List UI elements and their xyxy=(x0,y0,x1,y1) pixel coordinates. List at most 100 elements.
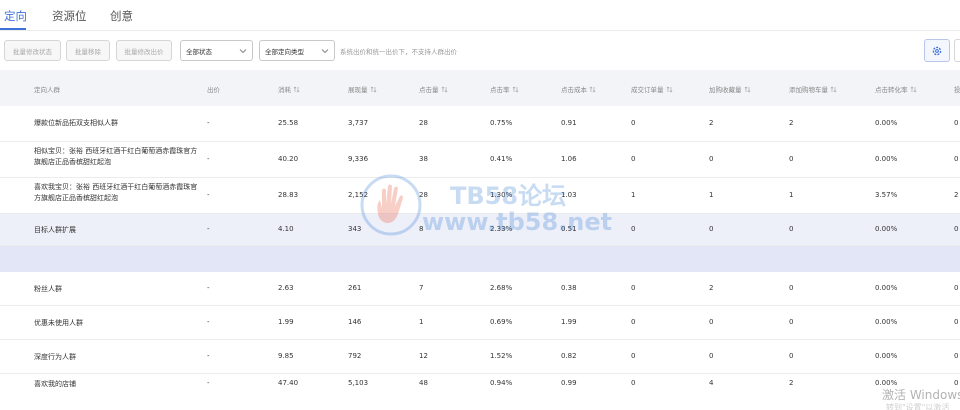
cell-orders: 0 xyxy=(631,284,636,292)
cell-cost: 40.20 xyxy=(278,155,299,163)
col-header-ctr[interactable]: 点击率 xyxy=(490,84,519,94)
cell-cvr: 3.57% xyxy=(875,191,898,199)
sort-icon xyxy=(441,86,447,92)
cell-impressions: 146 xyxy=(348,318,362,326)
table-row[interactable]: 优惠未使用人群 - 1.99 146 1 0.69% 1.99 0 0 0 0.… xyxy=(0,306,960,340)
cell-impressions: 343 xyxy=(348,225,362,233)
cell-cpc: 0.82 xyxy=(561,352,577,360)
windows-activation-text: 激活 Windows xyxy=(882,388,960,402)
cell-overflow: 0 xyxy=(954,318,959,326)
col-header-cpc[interactable]: 点击成本 xyxy=(561,84,596,94)
cell-ctr: 0.75% xyxy=(490,119,513,127)
col-header-clicks[interactable]: 点击量 xyxy=(419,84,448,94)
cell-impressions: 3,737 xyxy=(348,119,369,127)
cell-cost: 25.58 xyxy=(278,119,299,127)
table-row[interactable]: 深度行为人群 - 9.85 792 12 1.52% 0.82 0 0 0 0.… xyxy=(0,340,960,374)
cell-cvr: 0.00% xyxy=(875,352,898,360)
sort-icon xyxy=(830,86,837,92)
cell-impressions: 9,336 xyxy=(348,155,369,163)
cell-audience: 目标人群扩展 xyxy=(34,226,76,234)
cell-favorites: 4 xyxy=(709,379,714,387)
cell-audience: 相似宝贝：张裕 西班牙红酒干红白葡萄酒赤霞珠官方旗舰店正品香槟甜红起泡 xyxy=(34,147,198,166)
expanded-detail-band xyxy=(0,246,960,272)
gear-icon xyxy=(932,46,942,55)
tabs-divider xyxy=(0,30,960,31)
sort-icon xyxy=(744,86,750,92)
table-row[interactable]: 喜欢我的店铺 - 47.40 5,103 48 0.94% 0.99 0 4 2… xyxy=(0,374,960,408)
cell-cpc: 0.91 xyxy=(561,119,577,127)
cell-cost: 4.10 xyxy=(278,225,294,233)
cell-orders: 0 xyxy=(631,155,636,163)
cell-audience: 爆款位新品拓双支相似人群 xyxy=(34,119,118,127)
cell-favorites: 0 xyxy=(709,225,714,233)
cell-clicks: 28 xyxy=(419,119,428,127)
cell-bid: - xyxy=(207,318,210,326)
cell-favorites: 0 xyxy=(709,318,714,326)
cell-bid: - xyxy=(207,119,210,127)
batch-status-button[interactable]: 批量修改状态 xyxy=(4,40,61,61)
cell-cost: 9.85 xyxy=(278,352,294,360)
target-type-select[interactable]: 全部定向类型 xyxy=(259,40,335,61)
cell-audience: 深度行为人群 xyxy=(34,353,76,361)
status-select[interactable]: 全部状态 xyxy=(180,40,253,61)
cell-cost: 1.99 xyxy=(278,318,294,326)
cell-overflow: 0 xyxy=(954,119,959,127)
cell-cart: 1 xyxy=(789,191,794,199)
cell-impressions: 2,152 xyxy=(348,191,369,199)
cell-overflow: 0 xyxy=(954,284,959,292)
cell-clicks: 12 xyxy=(419,352,428,360)
cell-ctr: 2.33% xyxy=(490,225,513,233)
cell-cart: 0 xyxy=(789,284,794,292)
cell-ctr: 0.94% xyxy=(490,379,513,387)
table-row[interactable]: 喜欢我宝贝：张裕 西班牙红酒干红白葡萄酒赤霞珠官方旗舰店正品香槟甜红起泡 - 2… xyxy=(0,178,960,214)
cell-cpc: 0.38 xyxy=(561,284,577,292)
sort-icon xyxy=(512,86,518,92)
col-header-favorites[interactable]: 加购收藏量 xyxy=(709,84,751,94)
table-row[interactable]: 目标人群扩展 - 4.10 343 8 2.33% 0.51 0 0 0 0.0… xyxy=(0,214,960,246)
cell-orders: 0 xyxy=(631,352,636,360)
cell-clicks: 1 xyxy=(419,318,424,326)
cell-favorites: 1 xyxy=(709,191,714,199)
cell-cart: 0 xyxy=(789,155,794,163)
windows-activation-subtext: 转到"设置"以激活 xyxy=(886,403,950,410)
cell-cart: 0 xyxy=(789,352,794,360)
cell-ctr: 2.68% xyxy=(490,284,513,292)
table-row[interactable]: 粉丝人群 - 2.63 261 7 2.68% 0.38 0 2 0 0.00%… xyxy=(0,272,960,306)
col-header-impressions[interactable]: 展现量 xyxy=(348,84,377,94)
table-row[interactable]: 相似宝贝：张裕 西班牙红酒干红白葡萄酒赤霞珠官方旗舰店正品香槟甜红起泡 - 40… xyxy=(0,142,960,178)
cell-cvr: 0.00% xyxy=(875,225,898,233)
cell-clicks: 38 xyxy=(419,155,428,163)
cell-cpc: 1.99 xyxy=(561,318,577,326)
cell-audience: 喜欢我的店铺 xyxy=(34,380,76,388)
col-header-cost[interactable]: 消耗 xyxy=(278,84,300,94)
cell-ctr: 0.41% xyxy=(490,155,513,163)
batch-remove-button[interactable]: 批量移除 xyxy=(66,40,110,61)
cell-audience: 粉丝人群 xyxy=(34,285,62,293)
chevron-down-icon xyxy=(239,49,247,54)
col-header-overflow: 投 xyxy=(954,86,960,94)
column-settings-button[interactable] xyxy=(924,39,950,62)
sort-icon xyxy=(370,86,376,92)
cell-cart: 0 xyxy=(789,318,794,326)
sort-icon xyxy=(589,86,596,92)
col-header-cart[interactable]: 添加购物车量 xyxy=(789,84,837,94)
cell-bid: - xyxy=(207,155,210,163)
cell-bid: - xyxy=(207,284,210,292)
cell-cvr: 0.00% xyxy=(875,119,898,127)
more-button[interactable] xyxy=(954,39,960,62)
tab-resource-position[interactable]: 资源位 xyxy=(52,8,87,24)
cell-clicks: 8 xyxy=(419,225,424,233)
cell-bid: - xyxy=(207,379,210,387)
col-header-cvr[interactable]: 点击转化率 xyxy=(875,84,917,94)
tab-targeting[interactable]: 定向 xyxy=(4,8,27,24)
cell-favorites: 2 xyxy=(709,284,714,292)
cell-cart: 2 xyxy=(789,379,794,387)
col-header-orders[interactable]: 成交订单量 xyxy=(631,84,673,94)
cell-impressions: 5,103 xyxy=(348,379,369,387)
tab-creative[interactable]: 创意 xyxy=(110,8,133,24)
cell-orders: 0 xyxy=(631,225,636,233)
sort-icon xyxy=(293,86,300,92)
cell-orders: 0 xyxy=(631,379,636,387)
batch-bid-button[interactable]: 批量修改出价 xyxy=(116,40,172,61)
table-row[interactable]: 爆款位新品拓双支相似人群 - 25.58 3,737 28 0.75% 0.91… xyxy=(0,106,960,142)
